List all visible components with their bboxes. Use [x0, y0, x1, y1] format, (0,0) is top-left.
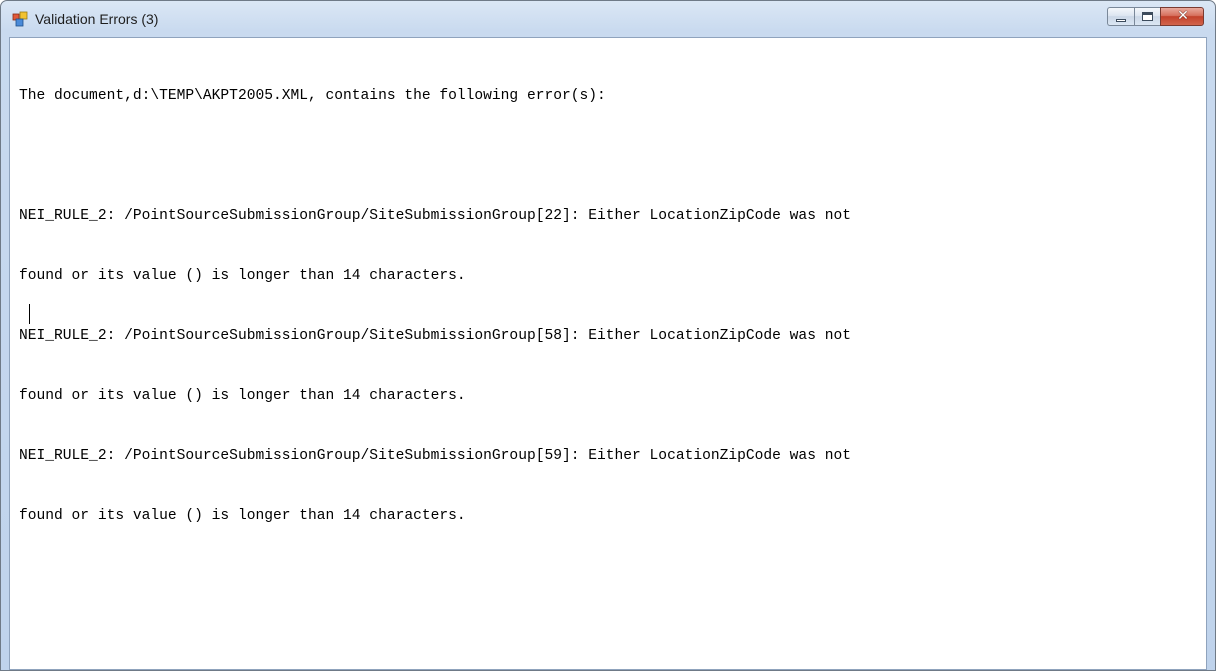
close-icon: ✕ [1177, 8, 1189, 24]
window-title: Validation Errors (3) [35, 11, 159, 27]
close-button[interactable]: ✕ [1160, 7, 1204, 26]
error-line: NEI_RULE_2: /PointSourceSubmissionGroup/… [19, 328, 851, 344]
error-line: NEI_RULE_2: /PointSourceSubmissionGroup/… [19, 208, 851, 224]
text-line [19, 146, 1202, 166]
error-line: found or its value () is longer than 14 … [19, 268, 466, 284]
app-form-icon [12, 11, 28, 27]
caption-buttons: ✕ [1107, 7, 1204, 27]
maximize-button[interactable] [1134, 7, 1160, 26]
error-line: found or its value () is longer than 14 … [19, 508, 466, 524]
title-bar[interactable]: Validation Errors (3) ✕ [1, 1, 1215, 37]
text-caret [29, 304, 30, 324]
validation-errors-window: Validation Errors (3) ✕ The document,d:\… [0, 0, 1216, 671]
minimize-button[interactable] [1107, 7, 1134, 26]
error-text-content[interactable]: The document,d:\TEMP\AKPT2005.XML, conta… [19, 46, 1202, 665]
error-line: found or its value () is longer than 14 … [19, 388, 466, 404]
document-header-line: The document,d:\TEMP\AKPT2005.XML, conta… [19, 88, 606, 104]
minimize-icon [1116, 19, 1126, 22]
error-line: NEI_RULE_2: /PointSourceSubmissionGroup/… [19, 448, 851, 464]
error-text-box[interactable]: The document,d:\TEMP\AKPT2005.XML, conta… [9, 37, 1207, 670]
maximize-icon [1142, 12, 1153, 21]
